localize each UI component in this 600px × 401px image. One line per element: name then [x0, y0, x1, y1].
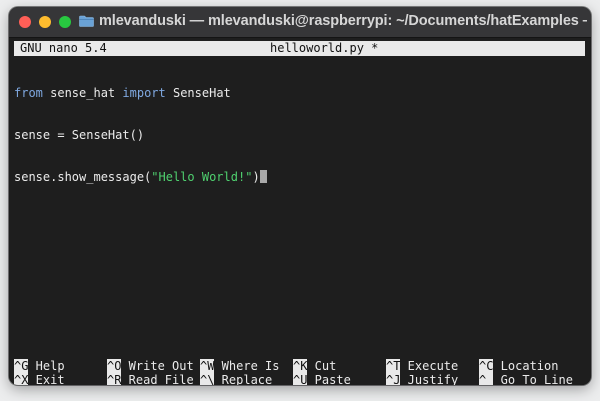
- title-bar[interactable]: mlevanduski — mlevanduski@raspberrypi: ~…: [9, 7, 591, 38]
- shortcut-label: Exit: [28, 373, 65, 385]
- shortcut-key: ^W: [200, 359, 215, 373]
- shortcut-location[interactable]: ^C Location: [479, 359, 558, 373]
- shortcut-label: Go To Line: [493, 373, 573, 385]
- code-text: SenseHat: [165, 86, 231, 100]
- code-line-3: sense.show_message("Hello World!"): [14, 170, 267, 184]
- terminal-area[interactable]: GNU nano 5.4 helloworld.py * from sense_…: [9, 38, 591, 385]
- shortcut-go-to-line[interactable]: ^_ Go To Line: [479, 373, 573, 385]
- code-line-1: from sense_hat import SenseHat: [14, 86, 267, 100]
- shortcut-label: Cut: [307, 359, 337, 373]
- shortcut-key: ^J: [386, 373, 401, 385]
- code-text: ): [252, 170, 260, 184]
- code-text: sense_hat: [42, 86, 123, 100]
- shortcut-key: ^\: [200, 373, 215, 385]
- shortcut-justify[interactable]: ^J Justify: [386, 373, 458, 385]
- string-literal: "Hello World!": [151, 170, 253, 184]
- keyword-import: import: [122, 86, 166, 100]
- shortcut-key: ^G: [14, 359, 29, 373]
- zoom-icon[interactable]: [59, 16, 71, 28]
- code-text: sense.show_message(: [14, 170, 152, 184]
- shortcut-label: Justify: [400, 373, 459, 385]
- shortcut-key: ^X: [14, 373, 29, 385]
- shortcut-label: Where Is: [214, 359, 280, 373]
- shortcut-label: Replace: [214, 373, 273, 385]
- shortcut-write-out[interactable]: ^O Write Out: [107, 359, 194, 373]
- close-icon[interactable]: [19, 16, 31, 28]
- code-line-2: sense = SenseHat(): [14, 128, 267, 142]
- shortcut-label: Write Out: [121, 359, 194, 373]
- terminal-window: mlevanduski — mlevanduski@raspberrypi: ~…: [9, 7, 591, 385]
- shortcut-paste[interactable]: ^U Paste: [293, 373, 351, 385]
- shortcut-exit[interactable]: ^X Exit: [14, 373, 65, 385]
- shortcut-label: Help: [28, 359, 65, 373]
- shortcut-execute[interactable]: ^T Execute: [386, 359, 458, 373]
- nano-header-bar: GNU nano 5.4 helloworld.py *: [14, 41, 585, 56]
- shortcut-label: Execute: [400, 359, 459, 373]
- shortcut-replace[interactable]: ^\ Replace: [200, 373, 272, 385]
- nano-filename: helloworld.py *: [270, 41, 379, 55]
- shortcut-bar: ^G Help ^O Write Out ^W Where Is ^K Cut …: [14, 358, 586, 385]
- shortcut-key: ^_: [479, 373, 494, 385]
- shortcut-key: ^R: [107, 373, 122, 385]
- nano-version: GNU nano 5.4: [20, 41, 107, 55]
- shortcut-key: ^K: [293, 359, 308, 373]
- text-cursor: [259, 170, 267, 183]
- keyword-from: from: [14, 86, 43, 100]
- shortcut-label: Read File: [121, 373, 194, 385]
- folder-icon: [79, 15, 94, 27]
- code-text: sense = SenseHat(): [14, 128, 145, 142]
- editor-buffer[interactable]: from sense_hat import SenseHat sense = S…: [14, 58, 267, 212]
- shortcut-where-is[interactable]: ^W Where Is: [200, 359, 279, 373]
- shortcut-cut[interactable]: ^K Cut: [293, 359, 336, 373]
- shortcut-key: ^C: [479, 359, 494, 373]
- shortcut-key: ^O: [107, 359, 122, 373]
- shortcut-key: ^U: [293, 373, 308, 385]
- window-title: mlevanduski — mlevanduski@raspberrypi: ~…: [99, 13, 587, 29]
- shortcut-label: Location: [493, 359, 559, 373]
- shortcut-key: ^T: [386, 359, 401, 373]
- shortcut-label: Paste: [307, 373, 351, 385]
- minimize-icon[interactable]: [39, 16, 51, 28]
- shortcut-help[interactable]: ^G Help: [14, 359, 65, 373]
- shortcut-read-file[interactable]: ^R Read File: [107, 373, 194, 385]
